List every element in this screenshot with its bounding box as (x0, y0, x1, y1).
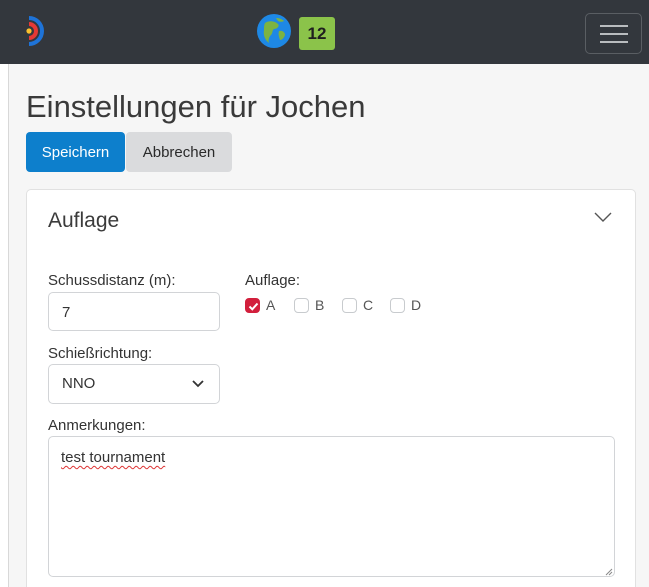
checkbox-d[interactable] (390, 297, 405, 313)
checkbox-c-label: C (363, 297, 374, 313)
top-navbar: 12 (0, 0, 649, 64)
target-option-c[interactable]: C (342, 297, 373, 313)
hamburger-menu-icon (600, 25, 628, 27)
target-option-a[interactable]: A (245, 297, 275, 313)
distance-label: Schussdistanz (m): (48, 272, 176, 289)
checkbox-a[interactable] (245, 297, 260, 313)
cancel-button[interactable]: Abbrechen (126, 132, 232, 172)
checkbox-d-label: D (411, 297, 422, 313)
direction-label: Schießrichtung: (48, 345, 153, 362)
checkbox-c[interactable] (342, 297, 357, 313)
notes-textarea[interactable]: test tournament (48, 436, 615, 577)
save-button[interactable]: Speichern (26, 132, 125, 172)
checkbox-b[interactable] (294, 297, 309, 313)
distance-input[interactable]: 7 (48, 292, 220, 331)
chevron-down-icon (192, 380, 204, 388)
hamburger-menu-icon-bar (600, 41, 628, 43)
globe-icon[interactable] (256, 13, 292, 49)
notes-label: Anmerkungen: (48, 417, 146, 434)
checkmark-icon (248, 302, 259, 311)
checkbox-b-label: B (315, 297, 325, 313)
section-title[interactable]: Auflage (48, 209, 119, 233)
chevron-down-icon[interactable] (594, 211, 612, 223)
checkbox-a-label: A (266, 297, 276, 313)
notes-text: test tournament (61, 449, 166, 466)
page-title: Einstellungen für Jochen (26, 89, 366, 124)
counter-badge[interactable]: 12 (299, 17, 335, 50)
target-option-d[interactable]: D (390, 297, 421, 313)
hamburger-menu-button[interactable] (585, 13, 642, 54)
hamburger-menu-icon-bar (600, 33, 628, 35)
target-label: Auflage: (245, 272, 301, 289)
target-option-b[interactable]: B (294, 297, 324, 313)
archery-target-logo-icon[interactable] (19, 14, 53, 48)
resize-handle-icon[interactable] (603, 566, 613, 576)
